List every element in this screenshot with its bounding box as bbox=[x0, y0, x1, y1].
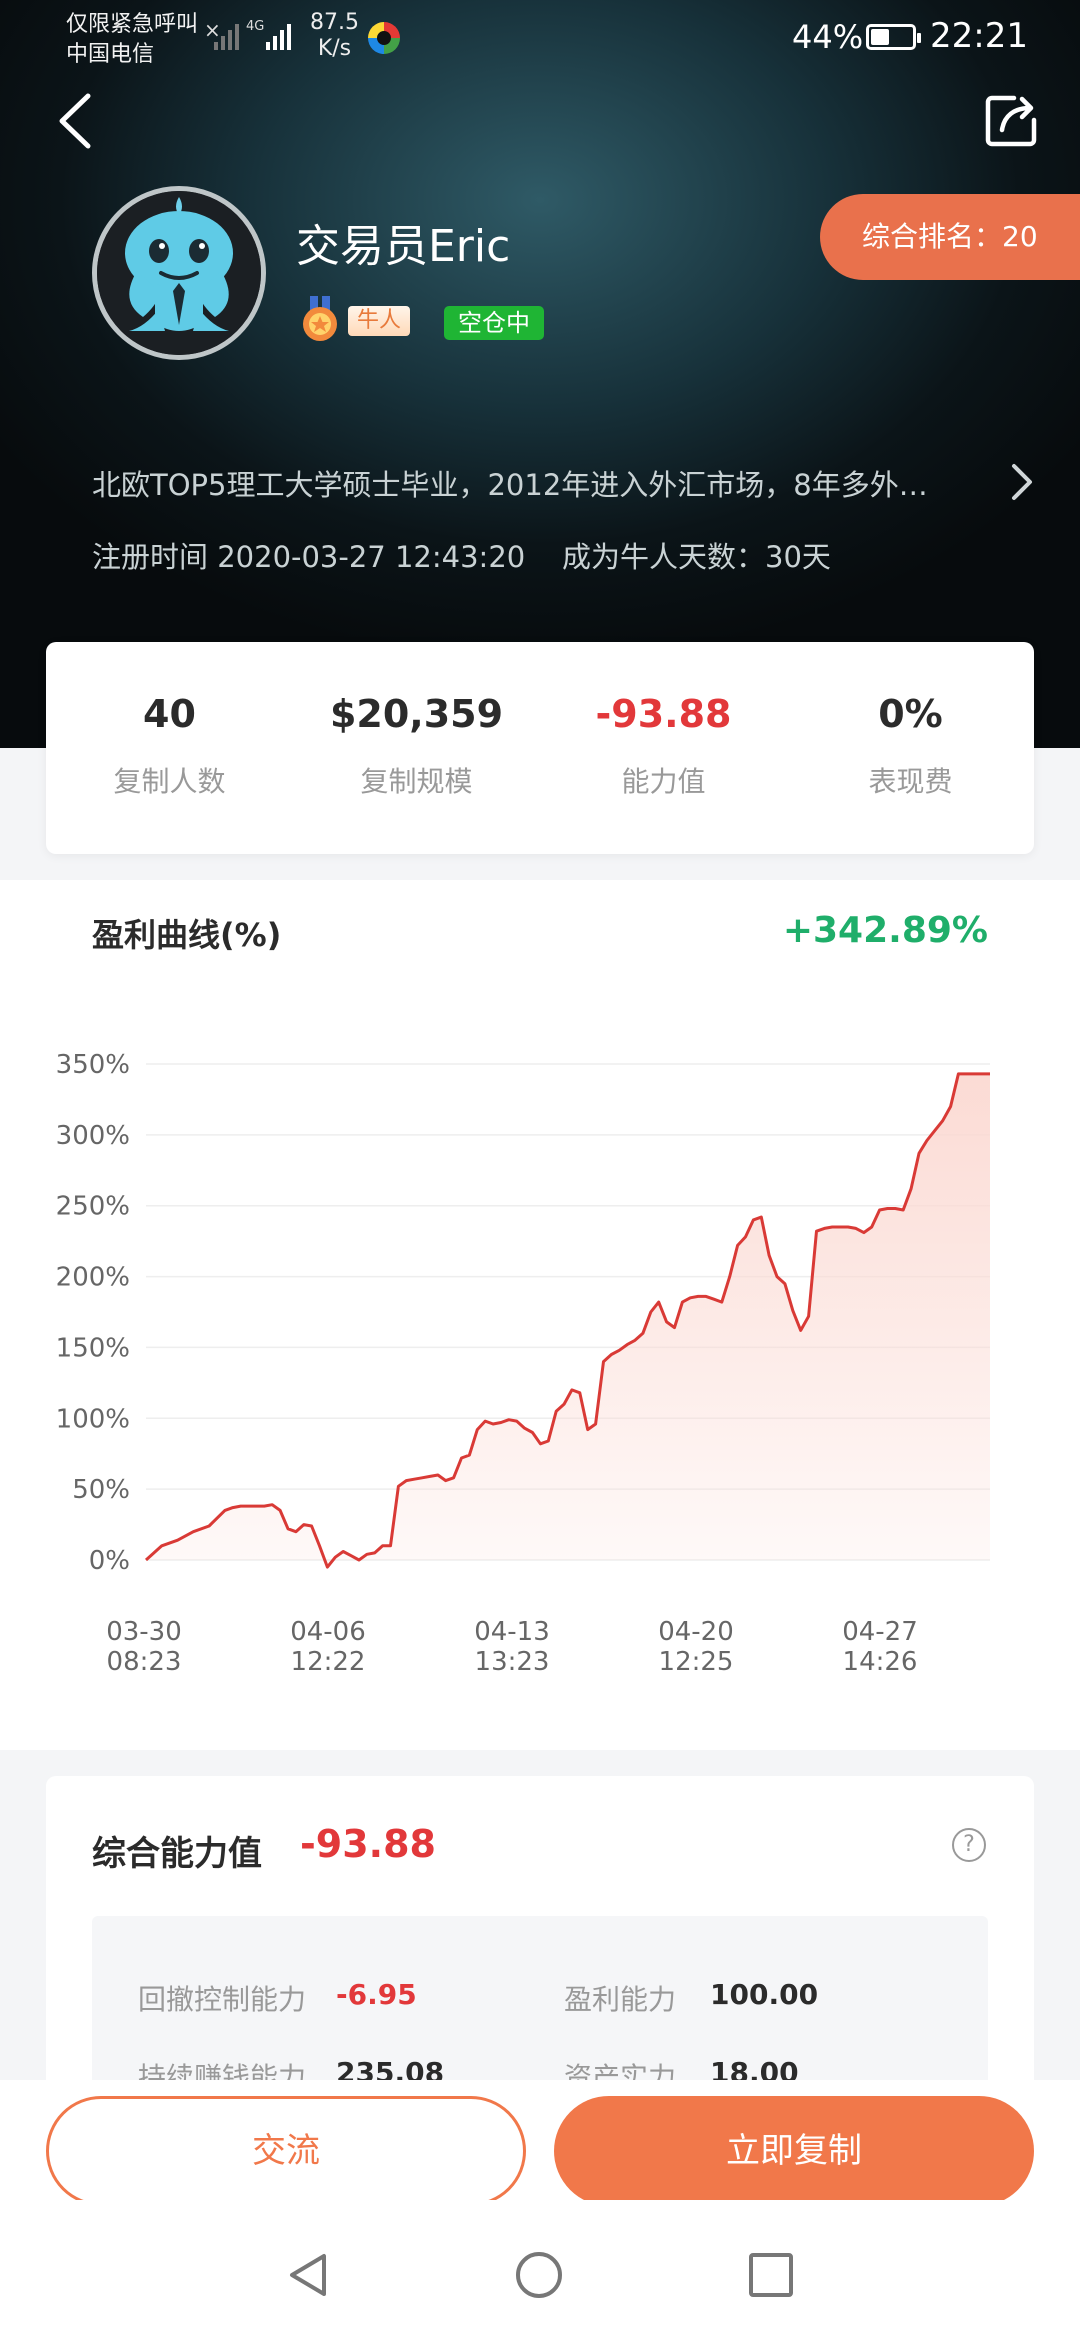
ability-card: 综合能力值 -93.88 ? 回撤控制能力 -6.95 盈利能力 100.00 … bbox=[46, 1776, 1034, 2116]
stat-label: 复制规模 bbox=[360, 765, 473, 798]
profit-curve-chart[interactable]: 350% 300% 250% 200% 150% 100% 50% 0% 03-30 08:23 0… bbox=[0, 880, 1080, 1750]
metric-label: 盈利能力 bbox=[564, 1983, 677, 2016]
status-bar: 仅限紧急呼叫 中国电信 × 4G 87.5 K/s 44% 22:21 bbox=[0, 0, 1080, 72]
chat-button[interactable]: 交流 bbox=[46, 2096, 526, 2206]
system-nav-bar bbox=[0, 2200, 1080, 2340]
x-tick-label: 04-20 12:25 bbox=[658, 1617, 734, 1677]
y-tick-label: 100% bbox=[56, 1404, 130, 1434]
stat-value: $20,359 bbox=[329, 692, 504, 736]
whale-mascot-image bbox=[97, 191, 261, 355]
position-status-badge: 空仓中 bbox=[444, 306, 544, 340]
stat-label: 复制人数 bbox=[113, 765, 226, 798]
bull-badge: 牛人 bbox=[296, 296, 414, 344]
stat-copiers: 40 复制人数 bbox=[46, 642, 293, 854]
question-icon[interactable]: ? bbox=[952, 1828, 986, 1862]
bull-days: 成为牛人天数：30天 bbox=[562, 540, 831, 574]
y-tick-label: 200% bbox=[56, 1263, 130, 1293]
y-tick-label: 50% bbox=[72, 1475, 130, 1505]
carrier-line-2: 中国电信 bbox=[66, 42, 155, 67]
y-tick-label: 250% bbox=[56, 1192, 130, 1222]
metric-value: 100.00 bbox=[710, 1978, 819, 2011]
x-tick-label: 04-06 12:22 bbox=[290, 1617, 366, 1677]
signal-icon-2 bbox=[266, 24, 291, 50]
rank-pill[interactable]: 综合排名：20 bbox=[820, 194, 1080, 280]
trader-name: 交易员Eric bbox=[296, 221, 511, 272]
share-icon[interactable] bbox=[976, 86, 1046, 156]
clock: 22:21 bbox=[930, 16, 1028, 56]
bottom-action-bar: 交流 立即复制 bbox=[0, 2080, 1080, 2206]
nav-home-icon[interactable] bbox=[514, 2250, 564, 2300]
stat-value: 0% bbox=[878, 692, 943, 736]
y-tick-label: 350% bbox=[56, 1050, 130, 1080]
copy-now-button[interactable]: 立即复制 bbox=[554, 2096, 1034, 2206]
profit-area bbox=[146, 1073, 990, 1568]
stats-card: 40 复制人数 $20,359 复制规模 -93.88 能力值 0% 表现费 bbox=[46, 642, 1034, 854]
profile-header: 仅限紧急呼叫 中国电信 × 4G 87.5 K/s 44% 22:21 交易员E… bbox=[0, 0, 1080, 748]
nav-recent-icon[interactable] bbox=[746, 2250, 796, 2300]
x-tick-label: 03-30 08:23 bbox=[106, 1617, 182, 1677]
medal-icon bbox=[303, 296, 337, 341]
avatar[interactable] bbox=[92, 186, 266, 360]
battery-percent: 44% bbox=[792, 18, 864, 56]
carrier-line-1: 仅限紧急呼叫 bbox=[66, 12, 199, 37]
x-tick-label: 04-13 13:23 bbox=[474, 1617, 550, 1677]
speed-unit: K/s bbox=[317, 36, 352, 61]
metric-value: -6.95 bbox=[336, 1978, 417, 2011]
stat-label: 表现费 bbox=[868, 765, 953, 798]
profit-curve-section: 盈利曲线(%) +342.89% 350% 300% 250% 200% 150% 100… bbox=[0, 880, 1080, 1750]
battery-icon bbox=[866, 24, 921, 50]
nav-back-icon[interactable] bbox=[284, 2250, 334, 2300]
metric-label: 回撤控制能力 bbox=[138, 1983, 307, 2016]
carrier-info: 仅限紧急呼叫 中国电信 bbox=[66, 10, 198, 70]
stat-performance-fee: 0% 表现费 bbox=[787, 642, 1034, 854]
speed-value: 87.5 bbox=[310, 10, 359, 35]
y-tick-label: 150% bbox=[56, 1333, 130, 1363]
stat-value: -93.88 bbox=[595, 692, 732, 736]
ability-value: -93.88 bbox=[300, 1822, 436, 1866]
register-time: 注册时间 2020-03-27 12:43:20 bbox=[92, 540, 526, 574]
app-notification-icon bbox=[368, 22, 400, 54]
chevron-right-icon[interactable] bbox=[1006, 460, 1036, 504]
stat-ability: -93.88 能力值 bbox=[540, 642, 787, 854]
network-speed: 87.5 K/s bbox=[310, 10, 359, 62]
trader-bio[interactable]: 北欧TOP5理工大学硕士毕业，2012年进入外汇市场，8年多外… bbox=[92, 462, 972, 504]
y-tick-label: 0% bbox=[89, 1546, 130, 1576]
ability-title: 综合能力值 bbox=[92, 1834, 262, 1874]
trader-profile-page: 仅限紧急呼叫 中国电信 × 4G 87.5 K/s 44% 22:21 交易员E… bbox=[0, 0, 1080, 2340]
bull-badge-label: 牛人 bbox=[348, 306, 410, 336]
stat-label: 能力值 bbox=[621, 765, 706, 798]
stat-copy-scale: $20,359 复制规模 bbox=[293, 642, 540, 854]
stat-value: 40 bbox=[143, 692, 196, 736]
y-tick-label: 300% bbox=[56, 1121, 130, 1151]
x-tick-label: 04-27 14:26 bbox=[842, 1617, 918, 1677]
back-arrow-icon[interactable] bbox=[50, 86, 110, 156]
